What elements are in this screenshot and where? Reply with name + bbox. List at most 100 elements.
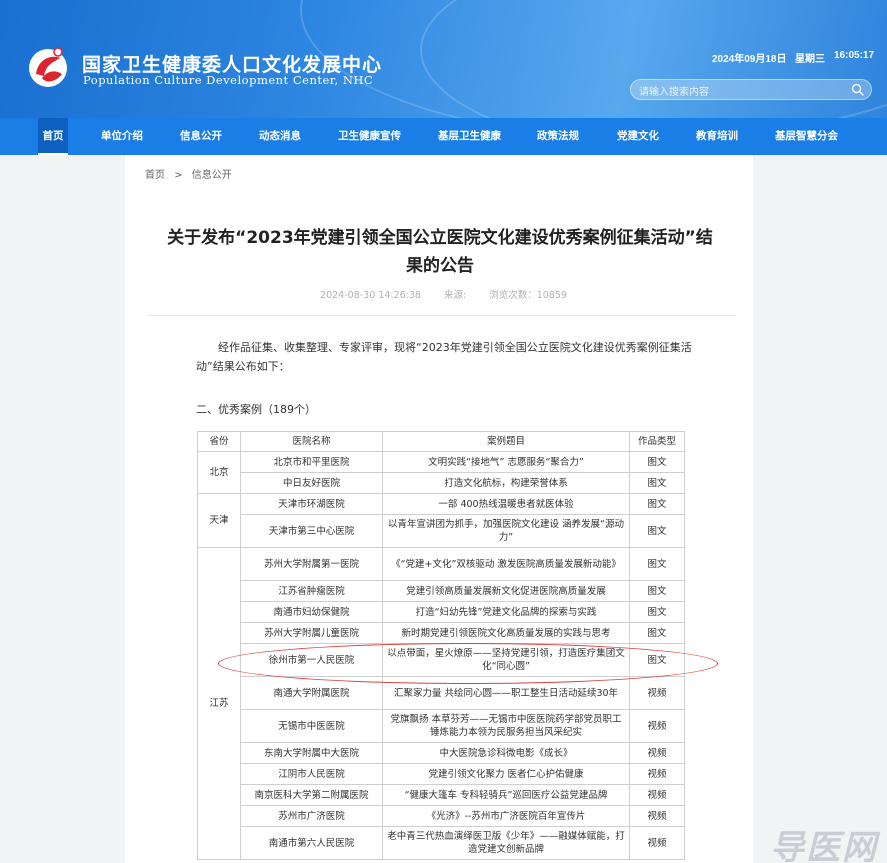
- search-input[interactable]: [631, 83, 831, 102]
- table-row: 江苏省肿瘤医院 党建引领高质量发展新文化促进医院高质量发展 图文: [198, 580, 685, 602]
- nav-item-about[interactable]: 单位介绍: [101, 118, 143, 155]
- topic-cell: 以青年宣讲团为抓手，加强医院文化建设 涵养发展“源动力”: [382, 514, 630, 548]
- table-header-row: 省份 医院名称 案例题目 作品类型: [197, 431, 685, 452]
- hospital-cell: 中日友好医院: [240, 472, 383, 494]
- header-province: 省份: [197, 431, 241, 452]
- type-cell: 图文: [629, 622, 685, 644]
- type-cell: 图文: [629, 451, 685, 473]
- type-cell: 视频: [629, 742, 685, 764]
- table-row: 无锡市中医医院 党旗飘扬 本草芬芳——无锡市中医医院药学部党员职工锤炼能力本领为…: [198, 709, 685, 743]
- breadcrumb-separator: >: [174, 170, 183, 181]
- nav-item-health-promotion[interactable]: 卫生健康宣传: [338, 118, 401, 155]
- type-cell: 视频: [629, 784, 685, 806]
- topic-cell: 党旗飘扬 本草芬芳——无锡市中医医院药学部党员职工锤炼能力本领为民服务担当风采纪…: [382, 709, 630, 743]
- article-title-line: 关于发布“2023年党建引领全国公立医院文化建设优秀案例征集活动”结: [167, 228, 713, 248]
- table-row: 南通大学附属医院 汇聚家力量 共绘同心圆——职工整生日活动延续30年 视频: [198, 676, 685, 710]
- header-topic: 案例题目: [382, 431, 630, 452]
- nav-item-home[interactable]: 首页: [38, 118, 68, 155]
- type-cell: 图文: [629, 493, 685, 515]
- type-cell: 视频: [629, 709, 685, 743]
- nav-item-policies[interactable]: 政策法规: [537, 118, 579, 155]
- table-row: 江苏 苏州大学附属第一医院 《“党建+文化”双核驱动 激发医院高质量发展新动能》…: [197, 547, 685, 860]
- province-cell: 天津: [197, 493, 241, 548]
- article-views: 浏览次数：10859: [489, 290, 567, 301]
- site-subtitle: Population Culture Development Center, N…: [83, 73, 374, 87]
- province-cell: 北京: [197, 451, 241, 494]
- article-datetime: 2024-08-30 14:26:38: [320, 290, 421, 301]
- search-icon[interactable]: [851, 83, 864, 96]
- type-cell: 视频: [629, 763, 685, 785]
- table-row: 天津 天津市环湖医院 一部 400热线温暖患者就医体验 图文: [197, 493, 685, 548]
- hospital-cell: 江阴市人民医院: [240, 763, 383, 785]
- site-header: 国家卫生健康委人口文化发展中心 Population Culture Devel…: [0, 0, 887, 118]
- nav-item-training[interactable]: 教育培训: [696, 118, 738, 155]
- watermark-logo: 导医网: [770, 828, 878, 863]
- header-weekday: 星期三: [795, 54, 825, 65]
- article-source: 来源:: [443, 290, 467, 301]
- type-cell: 图文: [629, 472, 685, 494]
- nav-item-grassroots-health[interactable]: 基层卫生健康: [438, 118, 501, 155]
- province-cell: 江苏: [197, 547, 241, 860]
- type-cell: 视频: [629, 805, 685, 827]
- table-row: 北京 北京市和平里医院 文明实践“接地气” 志愿服务“聚合力” 图文: [197, 451, 685, 494]
- type-cell: 视频: [629, 676, 685, 710]
- breadcrumb-home[interactable]: 首页: [145, 170, 165, 181]
- table-row: 江阴市人民医院 党建引领文化聚力 医者仁心护佑健康 视频: [198, 763, 685, 785]
- table-row: 苏州市广济医院 《光济》--苏州市广济医院百年宣传片 视频: [198, 805, 685, 827]
- table-row-highlighted: 徐州市第一人民医院 以点带面，星火燎原——坚持党建引领，打造医疗集团文化“同心圆…: [198, 643, 685, 677]
- topic-cell: 中大医院急诊科微电影《成长》: [382, 742, 630, 764]
- hospital-cell: 苏州大学附属儿童医院: [240, 622, 383, 644]
- topic-cell: 党建引领文化聚力 医者仁心护佑健康: [382, 763, 630, 785]
- topic-cell: 文明实践“接地气” 志愿服务“聚合力”: [382, 451, 630, 473]
- search-box: [630, 79, 872, 102]
- article-title-line: 果的公告: [406, 256, 474, 276]
- header-time: 16:05:17: [834, 50, 875, 61]
- topic-cell: 党建引领高质量发展新文化促进医院高质量发展: [382, 580, 630, 602]
- topic-cell: 老中青三代热血演绎医卫版《少年》——融媒体赋能，打造党建文创新品牌: [382, 826, 630, 860]
- topic-cell: 以点带面，星火燎原——坚持党建引领，打造医疗集团文化“同心圆”: [382, 643, 630, 677]
- type-cell: 图文: [629, 643, 685, 677]
- site-logo-icon[interactable]: [24, 42, 72, 90]
- topic-cell: 打造文化航标，构建荣誉体系: [382, 472, 630, 494]
- topic-cell: 《“党建+文化”双核驱动 激发医院高质量发展新动能》: [382, 547, 630, 581]
- hospital-cell: 天津市第三中心医院: [240, 514, 383, 548]
- type-cell: 视频: [629, 826, 685, 860]
- cases-table: 省份 医院名称 案例题目 作品类型 北京 北京市和平里医院 文明实践“接地气” …: [197, 431, 685, 860]
- nav-item-news[interactable]: 动态消息: [259, 118, 301, 155]
- hospital-cell: 天津市环湖医院: [240, 493, 383, 515]
- topic-cell: 《光济》--苏州市广济医院百年宣传片: [382, 805, 630, 827]
- breadcrumb-current[interactable]: 信息公开: [192, 170, 232, 181]
- nav-item-info-disclosure[interactable]: 信息公开: [180, 118, 222, 155]
- table-row: 天津市第三中心医院 以青年宣讲团为抓手，加强医院文化建设 涵养发展“源动力” 图…: [198, 514, 685, 548]
- hospital-cell: 南京医科大学第二附属医院: [240, 784, 383, 806]
- table-row: 苏州大学附属儿童医院 新时期党建引领医院文化高质量发展的实践与思考 图文: [198, 622, 685, 644]
- nav-item-party-culture[interactable]: 党建文化: [617, 118, 659, 155]
- table-row: 中日友好医院 打造文化航标，构建荣誉体系 图文: [198, 472, 685, 494]
- table-row: 南通市第六人民医院 老中青三代热血演绎医卫版《少年》——融媒体赋能，打造党建文创…: [198, 826, 685, 860]
- table-row: 南京医科大学第二附属医院 “健康大篷车 专科轻骑兵”巡回医疗公益党建品牌 视频: [198, 784, 685, 806]
- hospital-cell: 徐州市第一人民医院: [240, 643, 383, 677]
- breadcrumb: 首页 > 信息公开: [145, 166, 238, 181]
- topic-cell: “健康大篷车 专科轻骑兵”巡回医疗公益党建品牌: [382, 784, 630, 806]
- nav-item-smart-branch[interactable]: 基层智慧分会: [775, 118, 838, 155]
- type-cell: 图文: [629, 580, 685, 602]
- header-type: 作品类型: [629, 431, 685, 452]
- topic-cell: 新时期党建引领医院文化高质量发展的实践与思考: [382, 622, 630, 644]
- hospital-cell: 苏州市广济医院: [240, 805, 383, 827]
- hospital-cell: 苏州大学附属第一医院: [240, 547, 383, 581]
- header-hospital: 医院名称: [240, 431, 383, 452]
- hospital-cell: 南通市第六人民医院: [240, 826, 383, 860]
- main-nav: 首页 单位介绍 信息公开 动态消息 卫生健康宣传 基层卫生健康 政策法规 党建文…: [0, 118, 887, 155]
- meta-divider: [148, 315, 736, 316]
- type-cell: 图文: [629, 547, 685, 581]
- article-intro: 经作品征集、收集整理、专家评审，现将“2023年党建引领全国公立医院文化建设优秀…: [196, 341, 692, 373]
- table-row: 南通市妇幼保健院 打造“妇幼先锋”党建文化品牌的探索与实践 图文: [198, 601, 685, 623]
- hospital-cell: 南通大学附属医院: [240, 676, 383, 710]
- hospital-cell: 南通市妇幼保健院: [240, 601, 383, 623]
- section-heading: 二、优秀案例（189个）: [196, 403, 316, 416]
- hospital-cell: 无锡市中医医院: [240, 709, 383, 743]
- article-meta: 2024-08-30 14:26:38 来源: 浏览次数：10859: [0, 287, 887, 301]
- hospital-cell: 北京市和平里医院: [240, 451, 383, 473]
- topic-cell: 一部 400热线温暖患者就医体验: [382, 493, 630, 515]
- hospital-cell: 东南大学附属中大医院: [240, 742, 383, 764]
